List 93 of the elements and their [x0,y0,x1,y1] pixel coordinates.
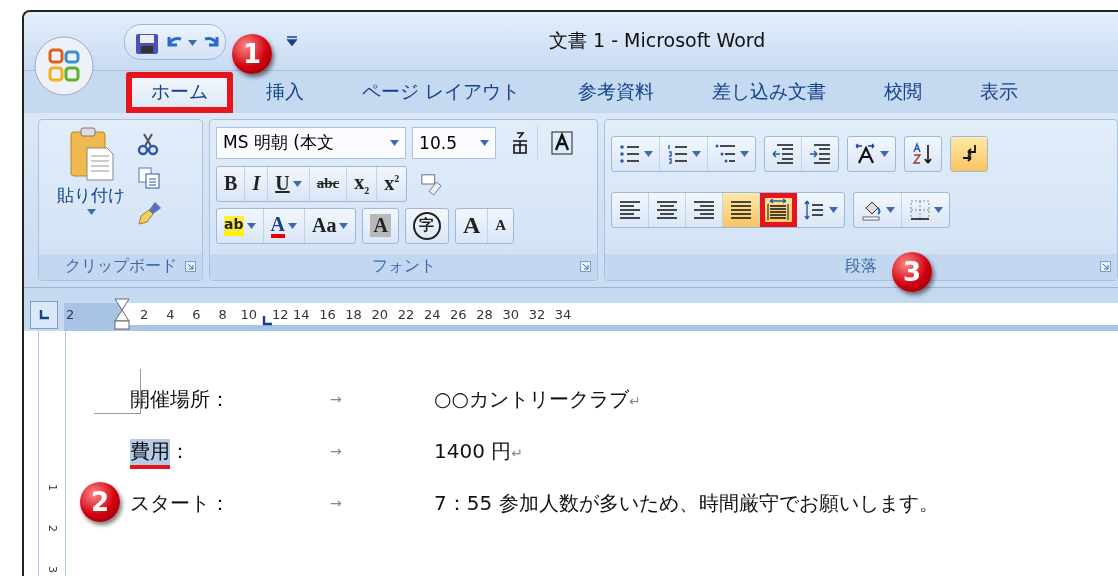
ribbon-tab[interactable]: ページ レイアウト [337,71,546,113]
ribbon-tab[interactable]: ホーム [126,71,233,113]
justify-button[interactable] [722,192,760,227]
change-case-button[interactable]: Aa [305,208,356,243]
tab-stop-icon[interactable] [261,316,272,326]
indent-icon [807,141,832,166]
dropdown-caret-icon[interactable] [885,206,895,213]
left-tab-icon [39,310,49,320]
dialog-launcher-icon[interactable] [1100,260,1111,272]
sort-icon [910,141,935,166]
field-value: 7：55 参加人数が多いため、時間厳守でお願いします。 [434,489,940,517]
ruler-number: 2 [66,306,75,322]
dropdown-caret-icon[interactable] [188,40,197,46]
borders-icon [907,197,932,222]
dropdown-caret-icon[interactable] [828,206,838,213]
field-label: 開催場所： [130,385,230,413]
ribbon-tab[interactable]: 差し込み文書 [687,71,852,113]
strikethrough-button[interactable]: abc [309,166,348,201]
ribbon-tab[interactable]: 参考資料 [553,71,680,113]
ruler-number: 28 [475,306,494,322]
ruler-number: 1 [45,484,59,491]
dropdown-caret-icon[interactable] [339,222,349,229]
subscript-button[interactable]: x$_{2}$ [347,166,378,201]
ribbon-tab[interactable]: 表示 [955,71,1044,113]
copy-icon[interactable] [137,165,161,190]
font-color-button[interactable]: A [263,208,305,243]
dropdown-caret-icon[interactable] [691,150,701,157]
underline-button[interactable]: U [268,166,310,201]
field-label: スタート： [130,489,230,517]
ruler-number: 16 [318,306,337,322]
dropdown-caret-icon[interactable] [879,150,889,157]
scissors-icon[interactable] [137,131,159,156]
italic-button[interactable]: I [245,166,269,201]
ruler-number: 6 [191,306,202,322]
ruler-number: 34 [553,306,573,322]
ruler-number: 3 [45,566,59,573]
ribbon-tab[interactable]: 校閲 [859,71,948,113]
ruler-number: 32 [527,306,547,322]
tab-mark: → [330,391,343,407]
ruler-number: 4 [165,306,176,322]
bordered-letter-icon [551,130,574,155]
grow-font-button[interactable]: A [455,208,489,243]
ruler-number: 2 [45,525,59,532]
ruler-number: 18 [344,306,363,322]
ruler-number: 24 [422,306,442,322]
ruler-number: 12 [271,306,289,322]
field-value: 1400 円↵ [434,437,524,465]
office-button[interactable] [34,36,94,96]
ruler-number: 22 [396,306,416,322]
dropdown-caret-icon[interactable] [480,139,490,146]
dropdown-caret-icon[interactable] [390,139,400,146]
paintbrush-icon[interactable] [137,199,163,226]
show-marks-button[interactable] [950,136,987,171]
window-title: 文書 1 - Microsoft Word [549,28,766,54]
superscript-button[interactable]: x$^{2}$ [377,166,407,201]
clipboard-icon [67,125,115,182]
indent-marker-icon[interactable] [113,298,131,330]
group-label: 段落 [845,256,877,278]
tab-selector[interactable] [30,301,58,329]
ribbon-tab[interactable]: 挿入 [241,71,329,113]
highlight-button[interactable]: ab [217,208,264,243]
dropdown-caret-icon[interactable] [643,150,653,157]
group-label: クリップボード [64,256,177,278]
font-size-dropdown[interactable]: 10.5 [412,126,497,159]
dialog-launcher-icon[interactable] [579,260,591,272]
ruler-number: 8 [217,306,228,322]
ruler-number: 30 [501,306,520,322]
ruler-number: 10 [239,306,259,322]
paste-button[interactable]: 貼り付け [57,125,125,215]
distribute-icon [765,197,790,222]
shrink-font-button[interactable]: A [488,208,514,243]
tab-mark: → [330,443,343,459]
ruler-number: 2 [138,306,150,322]
tab-mark: → [330,495,343,511]
eraser-icon [420,171,443,196]
dropdown-caret-icon[interactable] [933,206,943,213]
font-name-dropdown[interactable]: MS 明朝 (本文 [216,126,407,159]
dropdown-caret-icon[interactable] [288,222,297,229]
dropdown-caret-icon[interactable] [292,180,302,187]
character-shading-button[interactable]: A [363,208,398,243]
ruler-number: 26 [449,306,468,322]
customize-menu-icon[interactable] [286,34,298,46]
distribute-button[interactable] [759,192,797,227]
group-label: フォント [371,256,436,278]
bold-button[interactable]: B [217,166,246,201]
dropdown-caret-icon[interactable] [246,222,256,229]
field-value: ○○カントリークラブ↵ [434,385,642,413]
dropdown-caret-icon[interactable] [86,208,96,215]
dropdown-caret-icon[interactable] [739,150,749,157]
ruler-number: 20 [370,306,390,322]
outdent-icon [770,141,795,166]
dialog-launcher-icon[interactable] [185,260,197,272]
ruler-number: 14 [291,306,311,322]
